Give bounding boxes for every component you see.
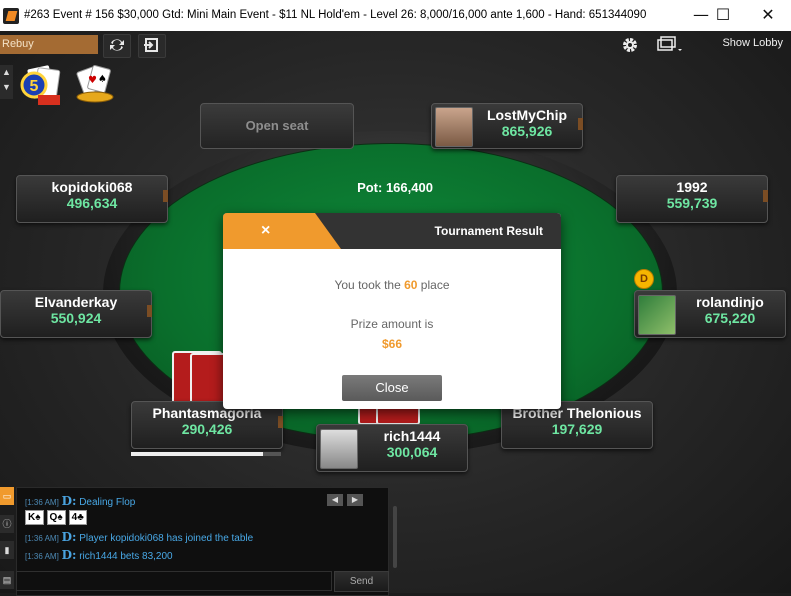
seat-marker — [147, 305, 152, 317]
dialog-close-tab[interactable]: × — [223, 213, 341, 249]
seat-elvanderkay[interactable]: Elvanderkay 550,924 — [0, 290, 152, 338]
dealer-button: D — [634, 269, 654, 289]
chat-line: [1:36 AM] D: Dealing Flop — [25, 494, 136, 508]
dialog-title: Tournament Result — [434, 224, 543, 238]
chat-prev-button[interactable]: ◀ — [327, 494, 343, 506]
poker-table-area: Rebuy Show Lobby ▲▼ 5 ♥ ♠ Pot: 166,400 — [0, 31, 791, 596]
title-bar: #263 Event # 156 $30,000 Gtd: Mini Main … — [0, 0, 791, 31]
player-avatar — [638, 295, 676, 335]
chat-icon[interactable]: ▭ — [0, 487, 14, 505]
tournament-result-dialog: × Tournament Result You took the 60 plac… — [223, 213, 561, 409]
seat-rolandinjo[interactable]: rolandinjo 675,220 — [634, 290, 786, 338]
player-name: rolandinjo — [696, 294, 764, 310]
dialog-header: × Tournament Result — [223, 213, 561, 249]
player-stack: 197,629 — [551, 421, 603, 437]
seat-kopidoki068[interactable]: kopidoki068 496,634 — [16, 175, 168, 223]
notes-icon[interactable]: ▤ — [0, 571, 14, 589]
open-seat-button[interactable]: Open seat — [200, 103, 354, 149]
card: 4♣ — [68, 510, 87, 525]
player-avatar — [320, 429, 358, 469]
prize-label: Prize amount is — [350, 317, 434, 331]
info-icon[interactable]: ⓘ — [0, 515, 14, 533]
window-layout-icon[interactable] — [652, 34, 686, 56]
player-avatar — [435, 107, 473, 147]
player-name: 1992 — [676, 179, 708, 195]
player-name: rich1444 — [383, 428, 441, 444]
player-name: LostMyChip — [486, 107, 568, 123]
player-stack: 559,739 — [666, 195, 718, 211]
seat-1992[interactable]: 1992 559,739 — [616, 175, 768, 223]
player-name: kopidoki068 — [51, 179, 133, 195]
placement-value: 60 — [404, 278, 418, 292]
svg-text:5: 5 — [30, 78, 39, 95]
player-stack: 675,220 — [704, 310, 756, 326]
app-logo-icon — [3, 8, 19, 24]
svg-text:♠: ♠ — [98, 74, 107, 85]
window-title: #263 Event # 156 $30,000 Gtd: Mini Main … — [24, 9, 647, 21]
seat-marker — [278, 416, 283, 428]
player-stack: 496,634 — [66, 195, 118, 211]
player-stack: 290,426 — [181, 421, 233, 437]
player-stack: 865,926 — [501, 123, 553, 139]
card: Q♠ — [46, 510, 66, 525]
card: K♠ — [25, 510, 44, 525]
seat-marker — [763, 190, 768, 202]
send-button[interactable]: Send — [334, 571, 389, 592]
chat-line: [1:36 AM] D: rich1444 bets 83,200 — [25, 548, 173, 562]
timebank-bar — [131, 452, 281, 456]
close-icon[interactable]: × — [261, 222, 270, 240]
gear-icon[interactable] — [617, 34, 643, 56]
seat-marker — [578, 118, 583, 130]
scroll-arrows[interactable]: ▲ ▼ — [0, 65, 13, 99]
timebank-fill — [131, 452, 263, 456]
tournament-logo-icon: 5 — [20, 65, 64, 107]
maximize-button[interactable]: ☐ — [703, 2, 743, 28]
chat-scrollbar[interactable] — [393, 506, 397, 568]
exit-seat-icon[interactable] — [138, 34, 166, 58]
player-stack: 550,924 — [50, 310, 102, 326]
cards-trophy-icon: ♥ ♠ — [72, 65, 118, 105]
stats-icon[interactable]: ▮ — [0, 541, 14, 559]
show-lobby-link[interactable]: Show Lobby — [722, 37, 783, 49]
chat-line: [1:36 AM] D: Player kopidoki068 has join… — [25, 530, 254, 544]
prize-amount: $66 — [381, 337, 403, 351]
seat-rich1444[interactable]: rich1444 300,064 — [316, 424, 468, 472]
close-dialog-button[interactable]: Close — [342, 375, 442, 401]
chat-input[interactable] — [16, 571, 332, 591]
svg-text:♥: ♥ — [88, 75, 97, 86]
placement-text: You took the 60 place — [334, 278, 450, 292]
seat-lostmychip[interactable]: LostMyChip 865,926 — [431, 103, 583, 149]
flop-cards: K♠ Q♠ 4♣ — [25, 510, 90, 525]
player-stack: 300,064 — [386, 444, 438, 460]
seat-marker — [163, 190, 168, 202]
refresh-icon[interactable] — [103, 34, 131, 58]
close-window-button[interactable]: ✕ — [748, 2, 788, 28]
pot-amount: Pot: 166,400 — [357, 180, 433, 195]
chat-next-button[interactable]: ▶ — [347, 494, 363, 506]
rebuy-button[interactable]: Rebuy — [0, 35, 98, 54]
player-name: Elvanderkay — [34, 294, 118, 310]
